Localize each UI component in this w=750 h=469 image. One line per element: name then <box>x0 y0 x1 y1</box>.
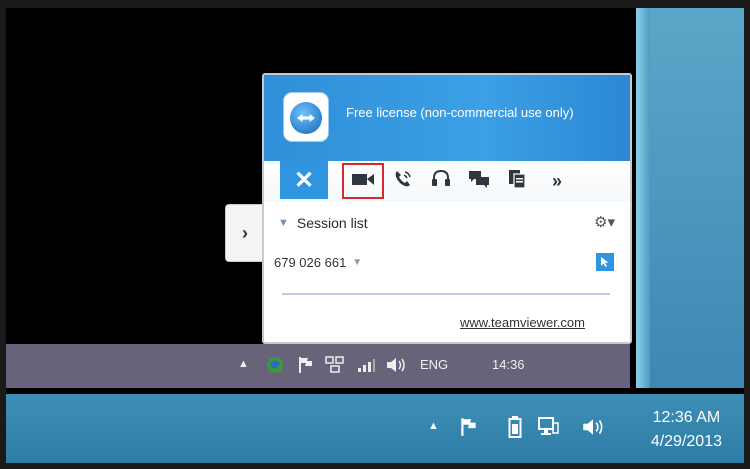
teamviewer-logo-icon <box>284 93 328 141</box>
file-transfer-button[interactable] <box>502 167 532 195</box>
volume-icon[interactable] <box>580 416 606 438</box>
chevron-right-icon: › <box>242 222 248 243</box>
local-taskbar: ▲ 12:36 AM 4/29/2013 <box>6 394 744 463</box>
license-text: Free license (non-commercial use only) <box>346 105 574 120</box>
voip-button[interactable] <box>388 167 418 195</box>
teamviewer-panel: Free license (non-commercial use only) ✕… <box>262 73 632 344</box>
teamviewer-tray-icon[interactable] <box>264 355 286 375</box>
volume-icon[interactable] <box>384 355 408 375</box>
signal-icon[interactable] <box>356 355 376 375</box>
video-icon <box>351 171 375 192</box>
divider <box>282 293 610 295</box>
show-hidden-icons-icon[interactable]: ▲ <box>238 358 249 370</box>
panel-header: Free license (non-commercial use only) <box>264 75 630 161</box>
chat-button[interactable] <box>464 167 494 195</box>
session-id: 679 026 661 <box>274 255 347 270</box>
cursor-icon[interactable] <box>596 253 614 271</box>
language-indicator[interactable]: ENG <box>420 357 448 372</box>
action-center-flag-icon[interactable] <box>296 355 316 375</box>
headset-button[interactable] <box>426 167 456 195</box>
session-list-label: Session list <box>296 215 368 231</box>
remote-taskbar: ▲ ENG 14:36 <box>6 344 630 388</box>
battery-icon[interactable] <box>508 415 522 439</box>
website-link[interactable]: www.teamviewer.com <box>460 315 585 330</box>
panel-collapse-button[interactable]: › <box>225 204 264 262</box>
collapse-triangle-icon: ▼ <box>278 217 289 229</box>
gear-icon[interactable]: ⚙▾ <box>594 213 615 231</box>
headset-icon <box>430 168 452 195</box>
network-icon[interactable] <box>536 415 560 439</box>
clock-date: 4/29/2013 <box>650 433 722 450</box>
more-options-button[interactable]: » <box>542 167 572 195</box>
local-desktop-background <box>636 8 744 388</box>
dropdown-triangle-icon: ▼ <box>352 257 363 268</box>
chat-icon <box>467 168 491 195</box>
voip-icon <box>392 168 414 195</box>
session-id-row[interactable]: 679 026 661 ▼ <box>274 255 362 270</box>
show-hidden-icons-icon[interactable]: ▲ <box>428 420 439 432</box>
action-center-flag-icon[interactable] <box>458 416 480 438</box>
file-transfer-icon <box>507 168 527 195</box>
remote-clock[interactable]: 14:36 <box>492 357 525 372</box>
session-list-header[interactable]: ▼ Session list <box>278 215 368 231</box>
network-tray-icon[interactable] <box>324 354 346 376</box>
close-connection-button[interactable]: ✕ <box>280 161 328 199</box>
clock-time: 12:36 AM <box>652 409 721 426</box>
system-clock[interactable]: 12:36 AM 4/29/2013 <box>651 406 722 454</box>
video-button[interactable] <box>342 163 384 199</box>
